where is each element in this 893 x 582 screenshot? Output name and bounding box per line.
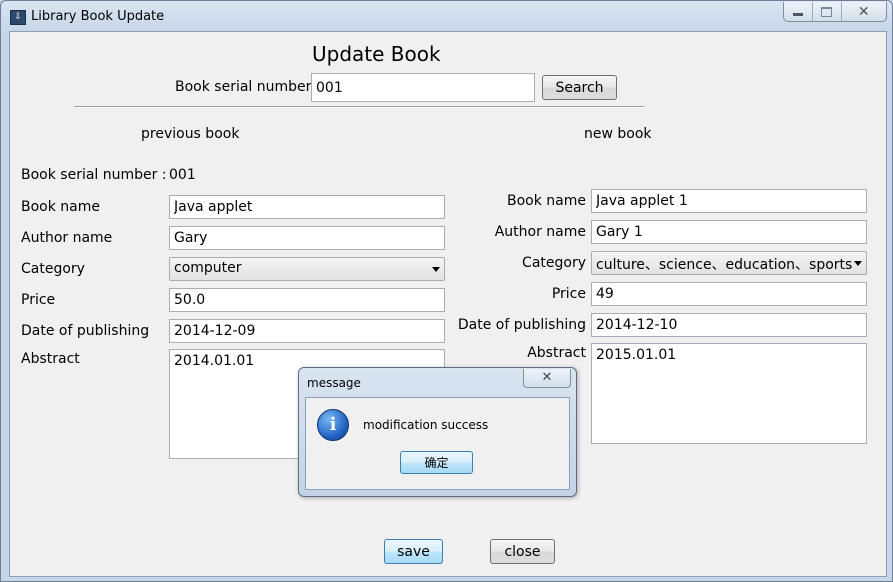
dialog-title: message bbox=[307, 376, 361, 390]
new-date-label: Date of publishing bbox=[457, 317, 586, 333]
prev-serial-label: Book serial number : bbox=[21, 167, 167, 183]
minimize-icon bbox=[792, 13, 803, 16]
new-name-label: Book name bbox=[507, 193, 586, 209]
info-icon: i bbox=[317, 409, 349, 441]
message-dialog: message ✕ i modification success 确定 bbox=[298, 367, 577, 497]
chevron-down-icon bbox=[432, 267, 440, 272]
close-icon: ✕ bbox=[541, 370, 553, 385]
new-book-heading: new book bbox=[584, 126, 652, 142]
new-date-input[interactable] bbox=[591, 313, 867, 337]
search-serial-label: Book serial number bbox=[175, 79, 312, 95]
page-title: Update Book bbox=[312, 42, 441, 66]
search-button[interactable]: Search bbox=[542, 75, 617, 100]
new-price-label: Price bbox=[551, 286, 586, 302]
close-icon: ✕ bbox=[857, 3, 870, 20]
chevron-down-icon bbox=[854, 261, 862, 266]
dialog-body: i modification success 确定 bbox=[305, 397, 570, 490]
prev-price-input[interactable] bbox=[169, 288, 445, 312]
new-category-value: culture、science、education、sports bbox=[596, 257, 853, 273]
new-category-select[interactable]: culture、science、education、sports bbox=[591, 251, 867, 275]
close-button[interactable]: close bbox=[490, 539, 555, 564]
header-divider bbox=[74, 106, 644, 108]
window-controls: ✕ bbox=[783, 2, 887, 22]
prev-price-label: Price bbox=[21, 292, 56, 308]
prev-author-label: Author name bbox=[21, 230, 113, 246]
window-title: Library Book Update bbox=[31, 9, 165, 24]
title-bar[interactable]: ⇩ Library Book Update ✕ bbox=[1, 1, 892, 31]
new-abstract-textarea[interactable]: 2015.01.01 bbox=[591, 343, 867, 444]
prev-category-select[interactable]: computer bbox=[169, 257, 445, 281]
maximize-icon bbox=[821, 6, 833, 17]
prev-abstract-label: Abstract bbox=[21, 351, 80, 367]
new-author-label: Author name bbox=[494, 224, 586, 240]
new-category-label: Category bbox=[522, 255, 586, 271]
prev-category-label: Category bbox=[21, 261, 85, 277]
minimize-button[interactable] bbox=[784, 2, 813, 21]
search-serial-input[interactable] bbox=[311, 73, 535, 102]
prev-serial-value: 001 bbox=[169, 167, 196, 183]
dialog-message: modification success bbox=[363, 418, 489, 432]
new-author-input[interactable] bbox=[591, 220, 867, 244]
ok-button[interactable]: 确定 bbox=[400, 451, 473, 474]
prev-name-input[interactable] bbox=[169, 195, 445, 219]
previous-book-heading: previous book bbox=[141, 126, 240, 142]
prev-name-label: Book name bbox=[21, 199, 100, 215]
prev-category-value: computer bbox=[174, 260, 242, 276]
book-app-icon: ⇩ bbox=[10, 10, 26, 25]
prev-date-input[interactable] bbox=[169, 319, 445, 343]
save-button[interactable]: save bbox=[384, 539, 443, 564]
prev-author-input[interactable] bbox=[169, 226, 445, 250]
close-window-button[interactable]: ✕ bbox=[842, 2, 886, 21]
new-price-input[interactable] bbox=[591, 282, 867, 306]
new-name-input[interactable] bbox=[591, 189, 867, 213]
prev-date-label: Date of publishing bbox=[21, 323, 150, 339]
dialog-close-button[interactable]: ✕ bbox=[523, 369, 571, 388]
new-abstract-label: Abstract bbox=[527, 345, 586, 361]
maximize-button[interactable] bbox=[813, 2, 842, 21]
